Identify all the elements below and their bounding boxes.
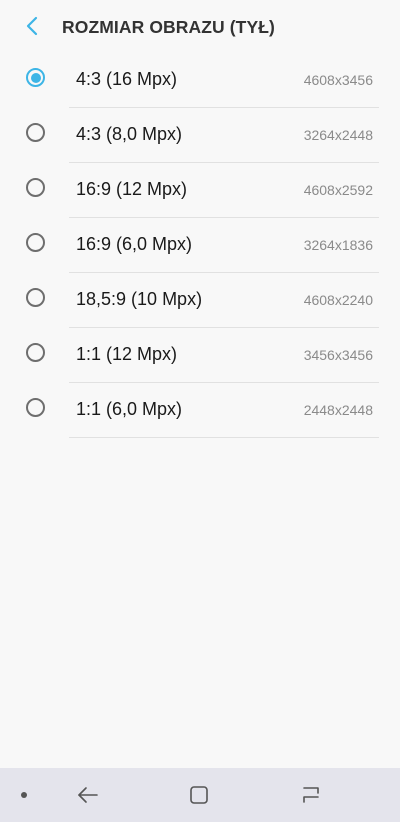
app-header: ROZMIAR OBRAZU (TYŁ): [0, 0, 400, 54]
option-row[interactable]: 4:3 (16 Mpx) 4608x3456: [0, 53, 400, 108]
navigation-bar: [0, 768, 400, 822]
option-row[interactable]: 16:9 (12 Mpx) 4608x2592: [0, 163, 400, 218]
divider: [69, 437, 379, 438]
radio-button[interactable]: [26, 398, 45, 417]
radio-button[interactable]: [26, 68, 45, 87]
option-label: 1:1 (6,0 Mpx): [76, 399, 183, 419]
radio-button[interactable]: [26, 288, 45, 307]
chevron-left-icon: [26, 16, 38, 36]
radio-button[interactable]: [26, 123, 45, 142]
radio-button[interactable]: [26, 343, 45, 362]
option-label: 4:3 (16 Mpx): [76, 69, 178, 89]
option-row[interactable]: 18,5:9 (10 Mpx) 4608x2240: [0, 273, 400, 328]
dot-icon[interactable]: [21, 792, 27, 798]
option-resolution: 4608x2240: [303, 292, 373, 308]
option-label: 16:9 (12 Mpx): [76, 179, 188, 199]
option-row[interactable]: 1:1 (12 Mpx) 3456x3456: [0, 328, 400, 383]
option-label: 16:9 (6,0 Mpx): [76, 234, 193, 254]
option-label: 18,5:9 (10 Mpx): [76, 289, 203, 309]
option-resolution: 3456x3456: [303, 347, 373, 363]
nav-recents-button[interactable]: [297, 781, 325, 809]
back-button[interactable]: [18, 12, 46, 40]
back-arrow-icon: [78, 787, 98, 803]
radio-button[interactable]: [26, 233, 45, 252]
option-resolution: 3264x1836: [303, 237, 373, 253]
nav-home-button[interactable]: [185, 781, 213, 809]
page-title: ROZMIAR OBRAZU (TYŁ): [62, 17, 275, 37]
option-resolution: 3264x2448: [303, 127, 373, 143]
option-row[interactable]: 4:3 (8,0 Mpx) 3264x2448: [0, 108, 400, 163]
home-square-icon: [190, 786, 208, 804]
option-resolution: 4608x3456: [303, 72, 373, 88]
option-row[interactable]: 16:9 (6,0 Mpx) 3264x1836: [0, 218, 400, 273]
options-list: 4:3 (16 Mpx) 4608x3456 4:3 (8,0 Mpx) 326…: [0, 53, 400, 438]
option-row[interactable]: 1:1 (6,0 Mpx) 2448x2448: [0, 383, 400, 438]
option-resolution: 4608x2592: [303, 182, 373, 198]
option-label: 4:3 (8,0 Mpx): [76, 124, 183, 144]
option-resolution: 2448x2448: [303, 402, 373, 418]
option-label: 1:1 (12 Mpx): [76, 344, 178, 364]
recents-icon: [303, 787, 319, 803]
radio-button[interactable]: [26, 178, 45, 197]
nav-back-button[interactable]: [74, 781, 102, 809]
